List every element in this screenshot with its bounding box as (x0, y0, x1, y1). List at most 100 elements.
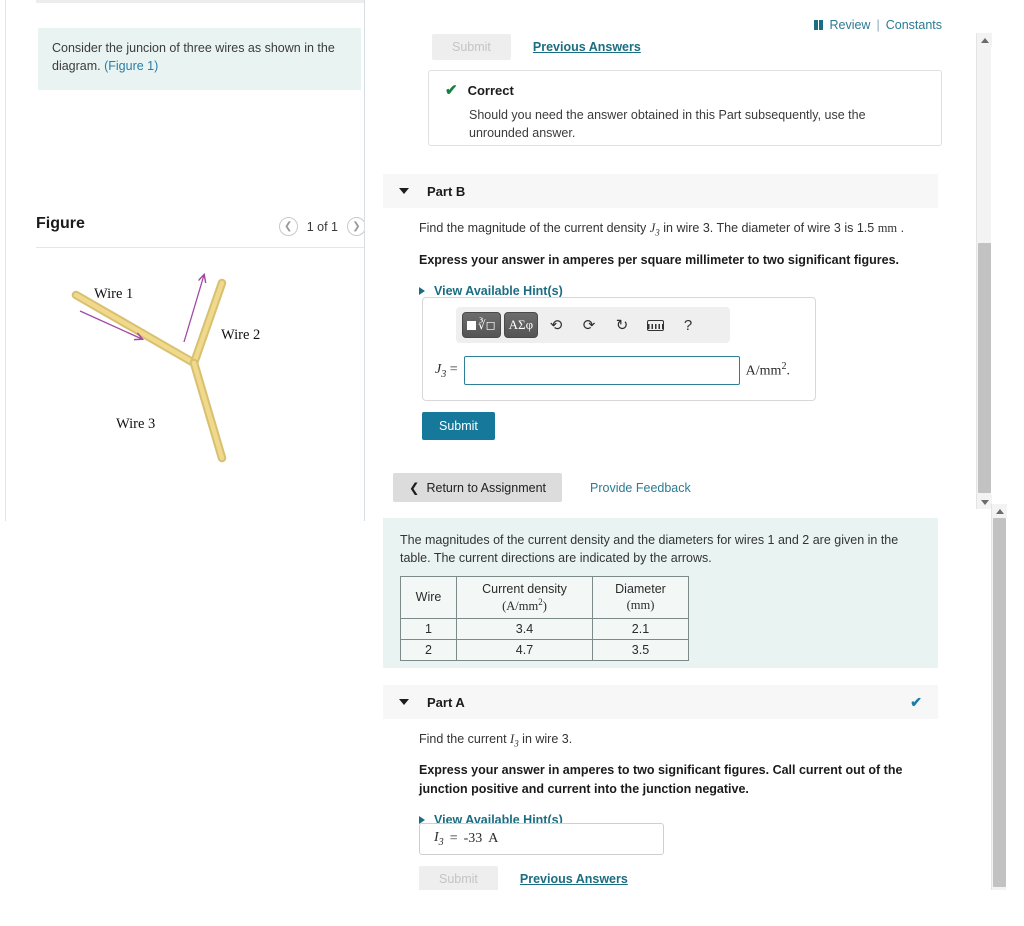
caret-down-icon[interactable] (399, 188, 409, 194)
return-to-assignment-button[interactable]: ❮ Return to Assignment (393, 473, 562, 502)
inner-scrollbar[interactable] (976, 33, 992, 509)
wire-data-block: The magnitudes of the current density an… (383, 518, 938, 668)
wire-data-table: Wire Current density (A/mm2) Diameter (m… (400, 575, 689, 662)
triangle-up-icon (995, 508, 1004, 514)
table-row: 1 3.4 2.1 (400, 618, 689, 641)
part-b-hints-label: View Available Hint(s) (434, 283, 563, 298)
part-a-answer-subscript: 3 (438, 836, 444, 848)
part-b-q-prefix: Find the magnitude of the current densit… (419, 221, 650, 235)
col-header-current-density: Current density (A/mm2) (456, 575, 593, 620)
part-a-answer-value: -33 (463, 831, 483, 846)
figure-link[interactable]: (Figure 1) (104, 59, 158, 73)
constants-link[interactable]: Constants (886, 18, 942, 32)
col-header-current-density-units: (A/mm2) (502, 596, 547, 613)
outer-scroll-up-arrow[interactable] (992, 504, 1007, 518)
redo-icon[interactable]: ⟳ (574, 312, 604, 338)
part-b-answer-equals: = (449, 361, 458, 377)
chevron-left-icon: ❮ (409, 481, 420, 495)
part-a-header[interactable]: Part A ✔ (383, 685, 938, 719)
part-b-top-submit-button[interactable]: Submit (432, 34, 511, 60)
part-a-instruction: Express your answer in amperes to two si… (419, 763, 903, 796)
correct-feedback-header: ✔ Correct (445, 83, 925, 98)
figure-divider (36, 247, 364, 248)
triangle-up-icon (980, 37, 989, 43)
figure-diagram[interactable]: Wire 1 Wire 2 Wire 3 (36, 255, 364, 500)
wire-3-label: Wire 3 (116, 416, 155, 432)
wire-junction-svg: Wire 1 Wire 2 Wire 3 (71, 255, 260, 463)
review-link[interactable]: Review (829, 18, 870, 32)
part-a-q-suffix: in wire 3. (518, 732, 573, 746)
part-a-question: Find the current I3 in wire 3. Express y… (419, 730, 924, 827)
part-b-answer-input[interactable] (463, 356, 740, 385)
correct-status-label: Correct (467, 83, 514, 98)
provide-feedback-link[interactable]: Provide Feedback (590, 481, 691, 495)
inner-scroll-down-arrow[interactable] (977, 495, 992, 509)
part-b-top-actions: Submit Previous Answers (432, 34, 641, 60)
math-editor-toolbar: ∛◻ ΑΣφ ⟲ ⟳ ↻ ? (456, 307, 730, 343)
wire-2-label: Wire 2 (221, 327, 260, 343)
cell-wire: 2 (400, 639, 457, 662)
outer-scroll-thumb[interactable] (993, 518, 1006, 887)
part-b-answer-subscript: 3 (441, 368, 447, 380)
review-separator: | (876, 18, 880, 32)
col-header-diameter: Diameter (mm) (592, 575, 689, 620)
cell-current-density: 3.4 (456, 618, 593, 641)
part-b-header[interactable]: Part B (383, 174, 938, 208)
problem-statement-text: Consider the juncion of three wires as s… (52, 41, 335, 73)
part-a-answer-equals: = (449, 831, 458, 846)
undo-icon[interactable]: ⟲ (541, 312, 571, 338)
wire-1-highlight (73, 292, 197, 366)
part-b-question: Find the magnitude of the current densit… (419, 219, 924, 298)
part-b-hints-toggle[interactable]: View Available Hint(s) (419, 284, 924, 298)
part-a-answer-units: A (488, 831, 499, 846)
part-b-units-text: A/mm (745, 363, 782, 379)
left-problem-pane: Consider the juncion of three wires as s… (5, 0, 365, 521)
inner-scroll-thumb[interactable] (978, 243, 991, 493)
help-icon[interactable]: ? (673, 312, 703, 338)
outer-scrollbar[interactable] (991, 504, 1007, 926)
part-b-top-previous-answers-link[interactable]: Previous Answers (533, 40, 641, 54)
part-a-question-text: Find the current I3 in wire 3. (419, 730, 924, 751)
part-b-units-trail: . (786, 363, 791, 379)
reset-icon[interactable]: ↻ (607, 312, 637, 338)
part-a-answer-label: I3 (434, 830, 444, 848)
figure-prev-button[interactable]: ❮ (278, 217, 298, 236)
figure-header: Figure ❮ 1 of 1 ❯ (36, 215, 364, 236)
cell-diameter: 2.1 (592, 618, 689, 641)
review-constants-bar: Review | Constants (813, 18, 942, 32)
part-a-previous-answers-link[interactable]: Previous Answers (520, 872, 628, 886)
book-icon (813, 20, 824, 30)
footer-actions: ❮ Return to Assignment Provide Feedback (393, 473, 691, 502)
caret-down-icon[interactable] (399, 699, 409, 705)
greek-symbols-button[interactable]: ΑΣφ (503, 312, 539, 338)
part-a-q-prefix: Find the current (419, 732, 511, 746)
table-row: 2 4.7 3.5 (400, 639, 689, 662)
part-a-submit-button[interactable]: Submit (419, 866, 498, 892)
top-divider (36, 0, 364, 3)
table-header-row: Wire Current density (A/mm2) Diameter (m… (400, 575, 689, 620)
cell-wire: 1 (400, 618, 457, 641)
keyboard-icon[interactable] (640, 312, 670, 338)
part-b-answer-row: J3 = A/mm2. (435, 356, 805, 385)
part-a-title: Part A (427, 694, 465, 710)
triangle-down-icon (980, 499, 989, 505)
part-b-q-suffix: . (897, 221, 905, 235)
part-b-answer-card: ∛◻ ΑΣφ ⟲ ⟳ ↻ ? J3 = A/mm2. (422, 297, 816, 401)
part-a-status-check-icon: ✔ (910, 693, 922, 710)
return-to-assignment-label: Return to Assignment (426, 480, 546, 495)
part-b-answer-units: A/mm2. (746, 361, 790, 380)
col-header-diameter-units: (mm) (626, 598, 655, 613)
check-icon: ✔ (445, 82, 458, 99)
col-header-wire: Wire (400, 575, 457, 620)
part-a-actions: Submit Previous Answers (419, 866, 628, 892)
part-a-answer-field[interactable]: I3 = -33 A (419, 823, 664, 855)
part-b-instruction: Express your answer in amperes per squar… (419, 253, 900, 267)
square-root-icon[interactable]: ∛◻ (462, 312, 501, 338)
part-b-submit-button[interactable]: Submit (422, 412, 495, 440)
figure-next-button[interactable]: ❯ (347, 217, 364, 236)
wire-3-highlight (191, 360, 225, 461)
inner-scroll-up-arrow[interactable] (977, 33, 992, 47)
correct-feedback-box: ✔ Correct Should you need the answer obt… (428, 70, 942, 146)
correct-feedback-message: Should you need the answer obtained in t… (469, 108, 866, 141)
wire-table-intro: The magnitudes of the current density an… (400, 533, 899, 565)
